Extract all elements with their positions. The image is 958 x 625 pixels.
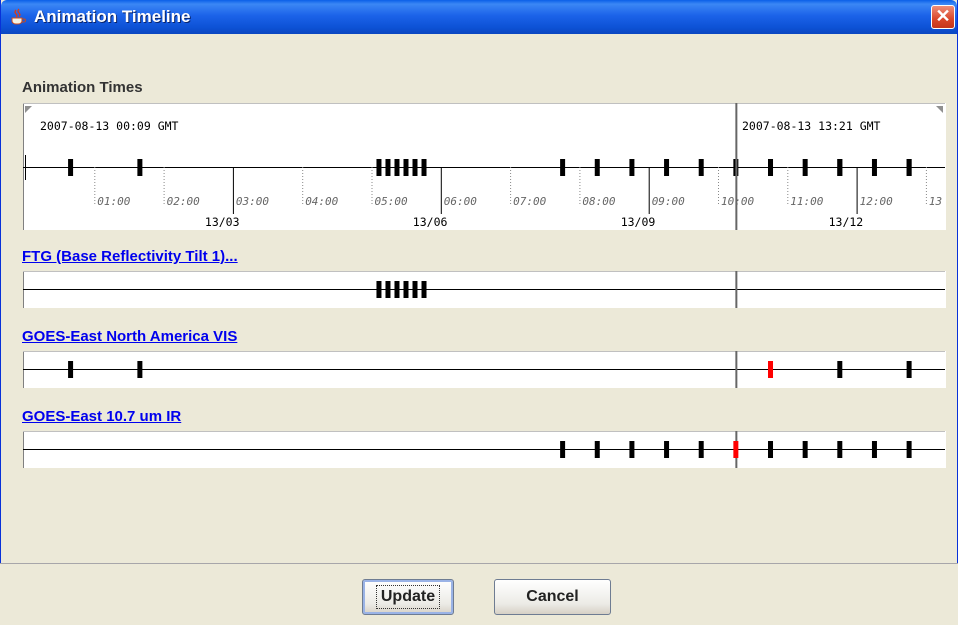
track-time-tick — [837, 361, 843, 378]
track-time-tick — [698, 441, 704, 458]
main-time-tick — [629, 159, 635, 176]
hour-tick-label: 01:00 — [97, 195, 130, 208]
button-bar — [0, 564, 958, 625]
cancel-button[interactable]: Cancel — [494, 579, 611, 615]
hour-tick-label: 03:00 — [236, 195, 269, 208]
main-time-tick — [412, 159, 418, 176]
main-time-tick — [403, 159, 409, 176]
track-time-tick — [394, 281, 400, 298]
main-time-tick — [68, 159, 74, 176]
hour-tick-label: 02:00 — [167, 195, 200, 208]
track-link-1[interactable]: GOES-East North America VIS — [22, 328, 237, 345]
hour-tick-label: 10:00 — [721, 195, 754, 208]
main-time-tick — [906, 159, 912, 176]
update-button[interactable]: Update — [362, 579, 454, 615]
track-link-0[interactable]: FTG (Base Reflectivity Tilt 1)... — [22, 248, 238, 265]
track-time-tick — [837, 441, 843, 458]
main-time-tick — [421, 159, 427, 176]
hour-tick-label: 05:00 — [375, 195, 408, 208]
track-time-tick — [68, 361, 74, 378]
main-time-tick — [594, 159, 600, 176]
main-time-tick — [560, 159, 566, 176]
track-time-tick — [629, 441, 635, 458]
hour-tick-label: 13 — [929, 195, 942, 208]
main-time-tick — [802, 159, 808, 176]
hour-tick-label: 09:00 — [652, 195, 685, 208]
main-time-tick — [376, 159, 382, 176]
track-link-2[interactable]: GOES-East 10.7 um IR — [22, 408, 181, 425]
main-time-tick — [385, 159, 391, 176]
main-time-tick — [837, 159, 843, 176]
date-tick-label: 13/12 — [829, 215, 864, 229]
track-time-tick — [906, 441, 912, 458]
main-time-tick — [768, 159, 774, 176]
end-time-label: 2007-08-13 13:21 GMT — [742, 119, 881, 133]
track-time-tick — [412, 281, 418, 298]
main-time-tick — [137, 159, 143, 176]
track-time-tick — [137, 361, 143, 378]
main-time-tick — [394, 159, 400, 176]
main-time-tick — [664, 159, 670, 176]
hour-tick-label: 04:00 — [305, 195, 338, 208]
timeline-canvas: 2007-08-13 00:09 GMT 2007-08-13 13:21 GMT… — [23, 103, 946, 468]
track-time-tick — [906, 361, 912, 378]
track-time-tick — [385, 281, 391, 298]
track-time-tick — [594, 441, 600, 458]
track-time-tick — [768, 441, 774, 458]
main-time-tick — [871, 159, 877, 176]
start-time-label: 2007-08-13 00:09 GMT — [40, 119, 179, 133]
track-time-tick — [871, 441, 877, 458]
hour-tick-label: 12:00 — [860, 195, 893, 208]
track-time-tick — [376, 281, 382, 298]
track-time-tick — [802, 441, 808, 458]
track-time-tick — [664, 441, 670, 458]
track-time-tick — [421, 281, 427, 298]
date-tick-label: 13/03 — [205, 215, 240, 229]
selected-time-tick — [768, 361, 774, 378]
date-tick-label: 13/06 — [413, 215, 448, 229]
hour-tick-label: 11:00 — [790, 195, 823, 208]
selected-time-tick — [733, 441, 739, 458]
hour-tick-label: 08:00 — [582, 195, 615, 208]
main-time-tick — [698, 159, 704, 176]
hour-tick-label: 06:00 — [444, 195, 477, 208]
hour-tick-label: 07:00 — [513, 195, 546, 208]
track-time-tick — [560, 441, 566, 458]
date-tick-label: 13/09 — [621, 215, 656, 229]
track-time-tick — [403, 281, 409, 298]
